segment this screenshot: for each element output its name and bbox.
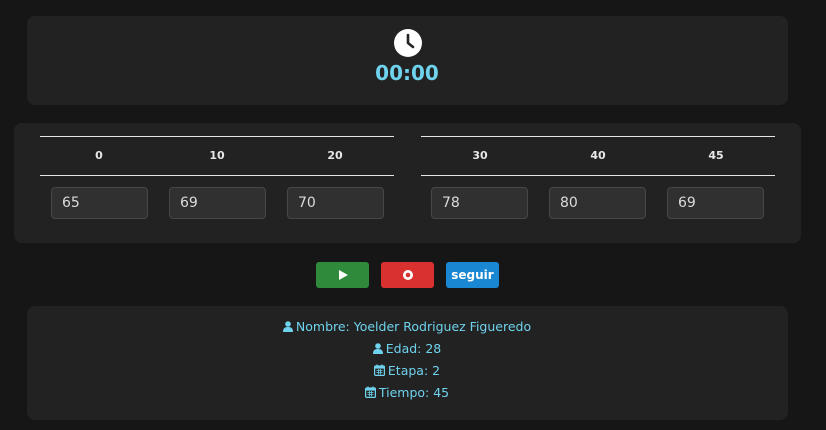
next-button[interactable]: seguir xyxy=(446,262,499,288)
value-input-10[interactable] xyxy=(169,187,266,219)
table-top-border-left xyxy=(40,136,394,137)
value-input-0[interactable] xyxy=(51,187,148,219)
user-icon xyxy=(372,343,383,354)
value-input-40[interactable] xyxy=(549,187,646,219)
table-header-border-left xyxy=(40,175,394,176)
value-input-20[interactable] xyxy=(287,187,384,219)
play-icon xyxy=(338,270,348,280)
record-icon xyxy=(402,270,413,280)
info-stage: Etapa: 2 xyxy=(387,363,441,378)
play-button[interactable] xyxy=(316,262,369,288)
info-time: Tiempo: 45 xyxy=(378,385,450,400)
column-header: 0 xyxy=(95,149,103,162)
timer-display: 00:00 xyxy=(375,61,439,85)
record-button[interactable] xyxy=(381,262,434,288)
info-name-row: Nombre: Yoelder Rodriguez Figueredo xyxy=(0,319,814,334)
info-age: Edad: 28 xyxy=(385,341,442,356)
calendar-icon xyxy=(364,386,376,398)
value-input-45[interactable] xyxy=(667,187,764,219)
clock-icon xyxy=(393,28,423,58)
column-header: 10 xyxy=(209,149,225,162)
value-input-30[interactable] xyxy=(431,187,528,219)
info-name: Nombre: Yoelder Rodriguez Figueredo xyxy=(295,319,532,334)
table-top-border-right xyxy=(421,136,775,137)
user-icon xyxy=(282,321,293,332)
column-header: 45 xyxy=(708,149,724,162)
column-header: 20 xyxy=(327,149,343,162)
table-header-border-right xyxy=(421,175,775,176)
values-table-card xyxy=(14,123,801,243)
column-header: 40 xyxy=(590,149,606,162)
calendar-icon xyxy=(373,364,385,376)
info-age-row: Edad: 28 xyxy=(0,341,814,356)
info-time-row: Tiempo: 45 xyxy=(0,385,814,400)
column-header: 30 xyxy=(472,149,488,162)
info-stage-row: Etapa: 2 xyxy=(0,363,814,378)
